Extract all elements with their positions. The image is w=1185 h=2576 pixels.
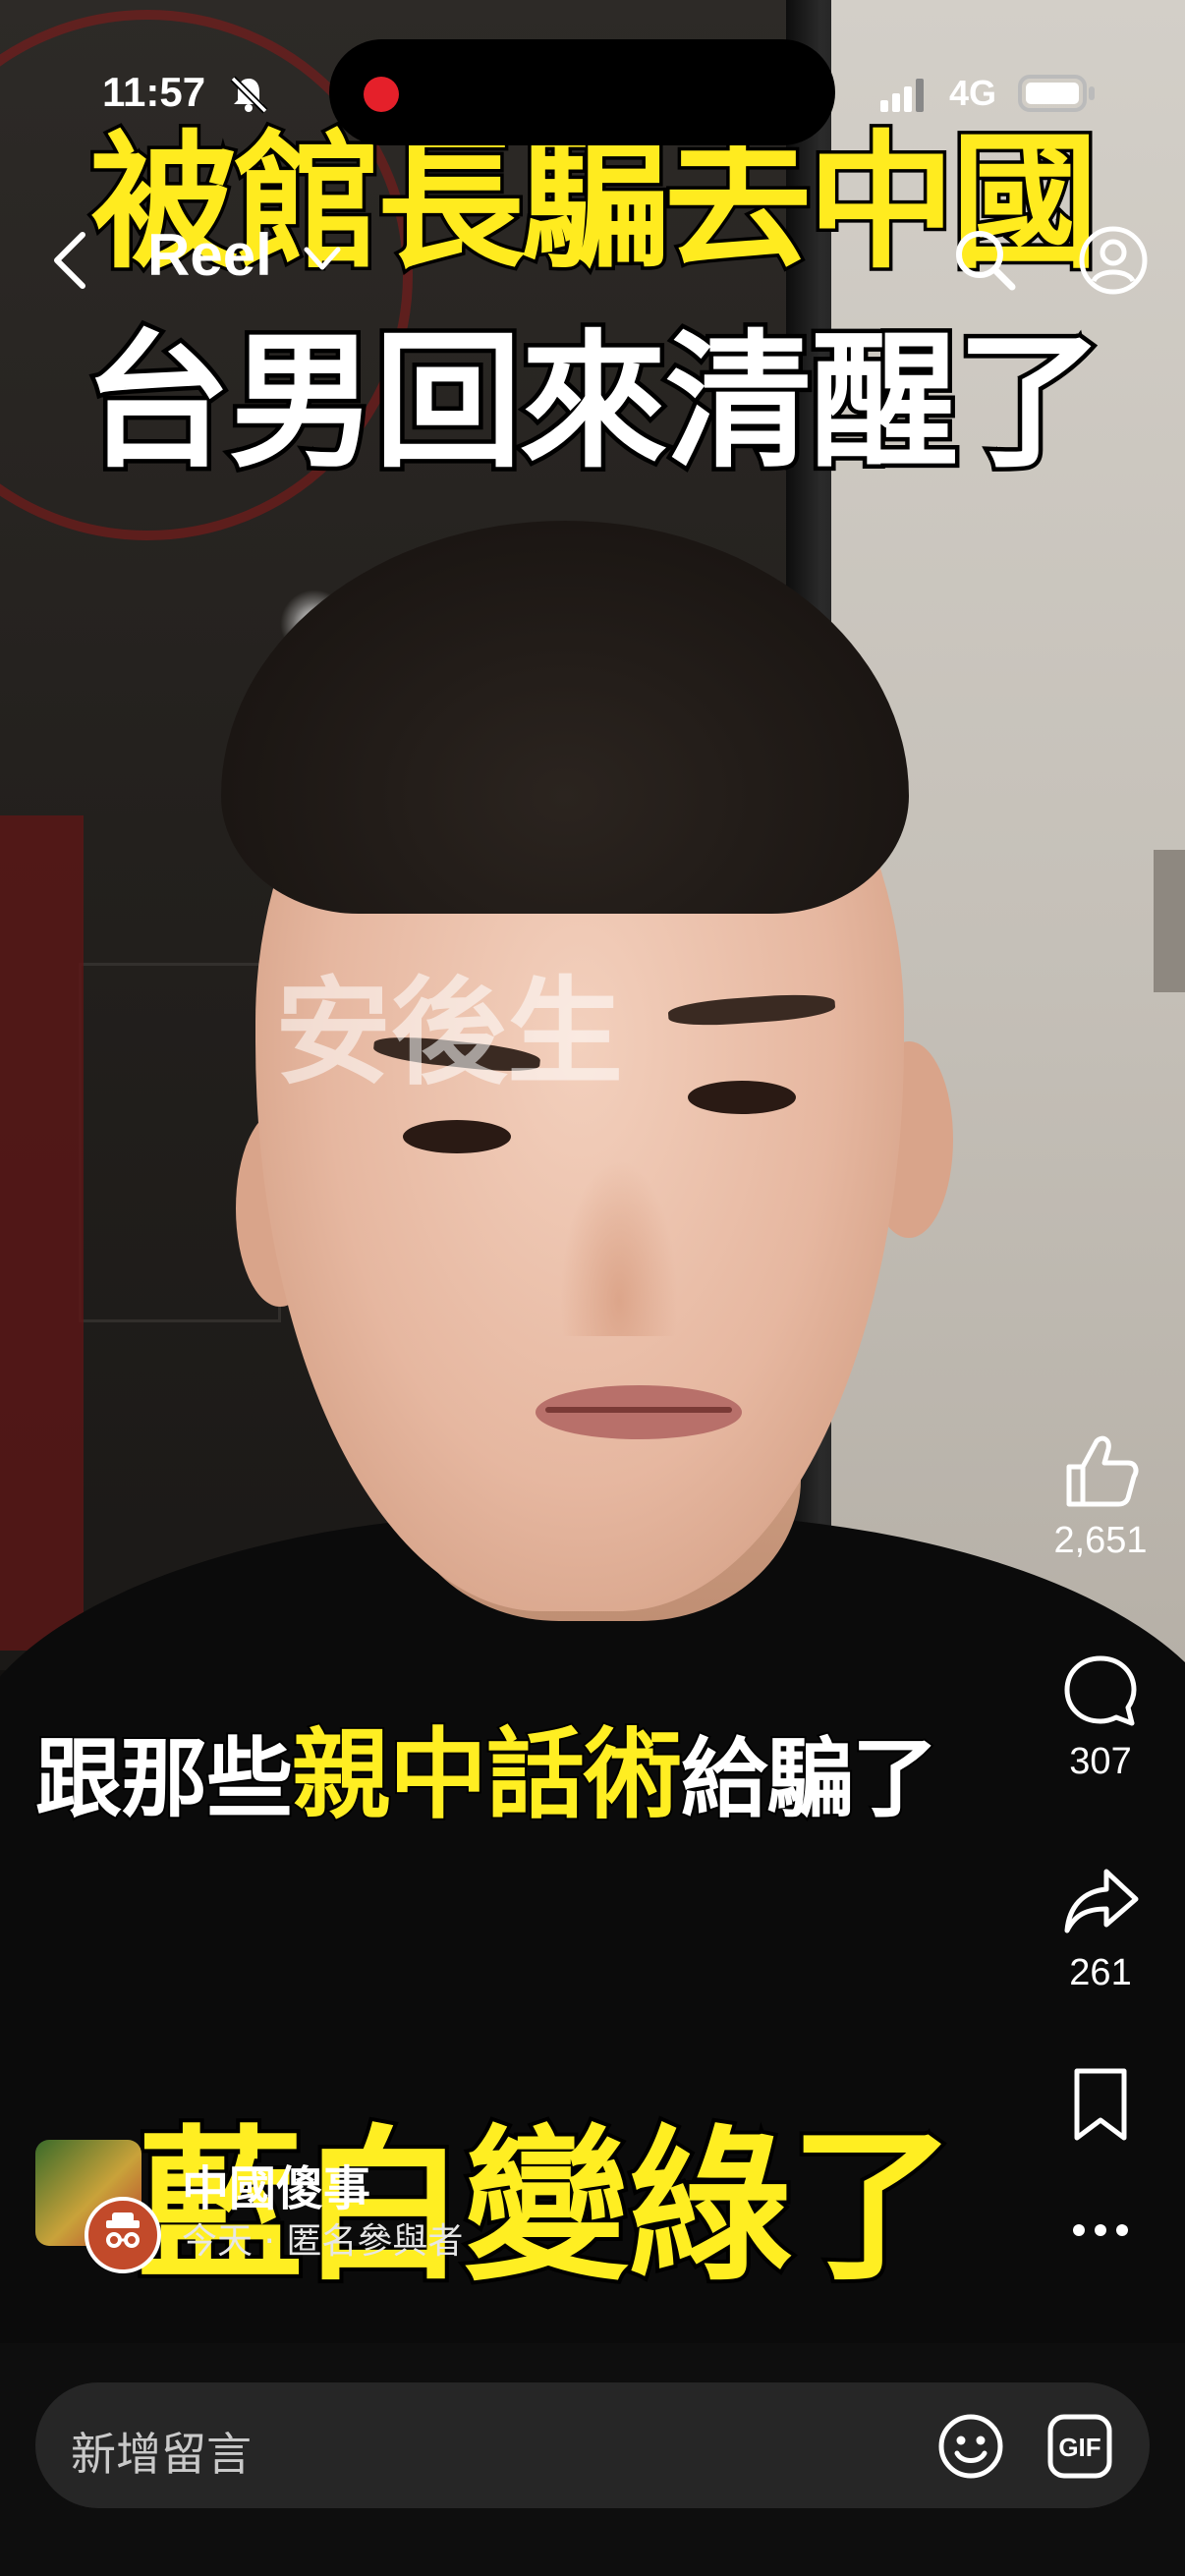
more-button[interactable]	[1042, 2211, 1159, 2250]
share-count: 261	[1069, 1952, 1132, 1993]
background-switch	[1154, 850, 1185, 992]
post-meta: 今天 · 匿名參與者	[182, 2221, 464, 2262]
share-button[interactable]: 261	[1042, 1862, 1159, 1994]
person-eye-right	[688, 1081, 796, 1114]
save-button[interactable]	[1042, 2063, 1159, 2146]
chevron-down-icon[interactable]	[303, 246, 342, 273]
person-eye-left	[403, 1120, 511, 1153]
person-mouth-line	[545, 1407, 732, 1413]
video-title-line2: 台男回來清醒了	[79, 317, 1107, 488]
video-watermark: 安後生	[275, 965, 624, 1100]
signal-icon	[880, 79, 924, 112]
comment-button[interactable]: 307	[1042, 1651, 1159, 1783]
anonymous-avatar-icon	[85, 2197, 161, 2273]
background-banner	[0, 815, 84, 1651]
comment-placeholder[interactable]: 新增留言	[71, 2419, 252, 2484]
video-subtitle: 跟那些親中話術給騙了	[33, 1695, 940, 1837]
subtitle-suffix: 給騙了	[679, 1726, 940, 1831]
network-label: 4G	[949, 73, 997, 113]
video-player[interactable]: 被館長騙去中國 台男回來清醒了 安後生 跟那些親中話術給騙了 藍白變綠了	[0, 0, 1185, 2343]
back-icon[interactable]	[49, 231, 88, 290]
more-icon	[1073, 2224, 1128, 2236]
share-icon	[1064, 1869, 1139, 1933]
recording-indicator-icon	[364, 77, 399, 112]
like-button[interactable]: 2,651	[1042, 1429, 1159, 1562]
bookmark-icon	[1074, 2068, 1127, 2141]
like-count: 2,651	[1053, 1520, 1148, 1561]
profile-icon[interactable]	[1077, 224, 1150, 297]
person-nose	[560, 1159, 678, 1336]
emoji-icon[interactable]	[936, 2412, 1005, 2481]
subtitle-highlight: 親中話術	[290, 1715, 684, 1834]
author-name[interactable]: 中國傻事	[182, 2150, 370, 2218]
comment-count: 307	[1069, 1741, 1132, 1782]
gif-icon[interactable]: GIF	[1045, 2412, 1114, 2481]
like-icon	[1066, 1435, 1139, 1507]
bell-muted-icon	[230, 76, 268, 114]
reel-title[interactable]: Reel	[147, 221, 272, 289]
search-icon[interactable]	[949, 224, 1020, 295]
battery-icon	[1018, 75, 1095, 112]
dynamic-island	[329, 39, 835, 145]
comment-icon	[1064, 1655, 1137, 1726]
svg-text:GIF: GIF	[1058, 2433, 1100, 2462]
subtitle-prefix: 跟那些	[33, 1726, 295, 1831]
status-time: 11:57	[102, 69, 206, 115]
